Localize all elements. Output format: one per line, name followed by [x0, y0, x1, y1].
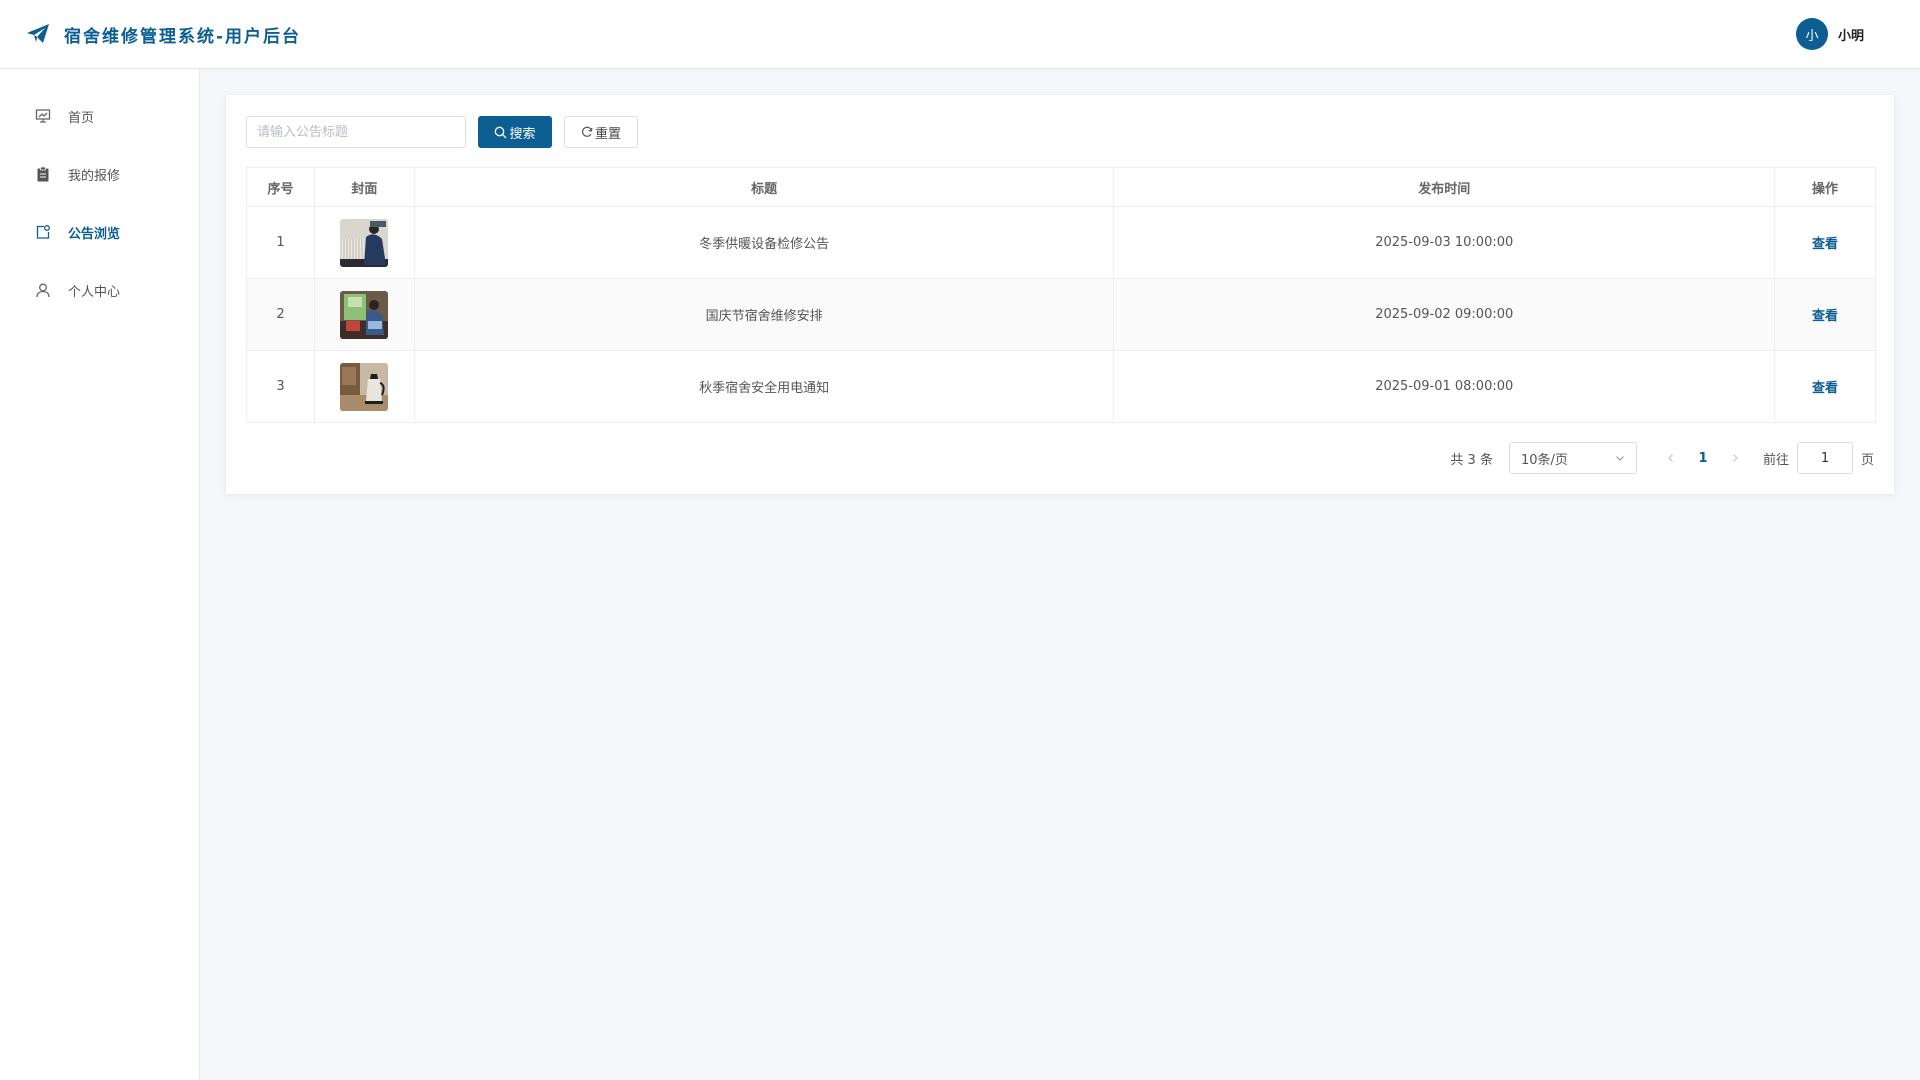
user-icon: [34, 281, 52, 299]
table-row[interactable]: 1 冬季供暖设备检修公告 2025-09-03 10:00:00 查看: [246, 206, 1876, 279]
row-index: 1: [246, 206, 315, 279]
clipboard-icon: [34, 165, 52, 183]
chevron-down-icon: [1616, 456, 1624, 461]
search-input[interactable]: [246, 116, 466, 148]
chevron-left-icon: [1668, 454, 1673, 462]
sidebar-item-home[interactable]: 首页: [0, 87, 199, 145]
row-index: 2: [246, 278, 315, 351]
view-link[interactable]: 查看: [1812, 237, 1838, 252]
chevron-right-icon: [1733, 454, 1738, 462]
publish-time: 2025-09-02 09:00:00: [1113, 278, 1776, 351]
view-link[interactable]: 查看: [1812, 381, 1838, 396]
publish-time: 2025-09-01 08:00:00: [1113, 350, 1776, 423]
publish-time: 2025-09-03 10:00:00: [1113, 206, 1776, 279]
notice-icon: [34, 223, 52, 241]
table-row[interactable]: 2 国庆节宿舍维修安排 2025-09-02 09:00:00 查看: [246, 278, 1876, 351]
sidebar: 首页 我的报修 公告浏览 个人中心: [0, 69, 200, 1080]
cover-thumbnail[interactable]: [340, 218, 389, 267]
refresh-icon: [581, 126, 593, 137]
sidebar-item-label: 个人中心: [68, 284, 121, 300]
search-toolbar: 搜索 重置: [246, 116, 638, 148]
column-header-cover: 封面: [313, 167, 415, 207]
column-header-action: 操作: [1774, 167, 1876, 207]
notice-title: 冬季供暖设备检修公告: [413, 206, 1115, 279]
prev-page-button[interactable]: [1655, 442, 1687, 474]
reset-button[interactable]: 重置: [564, 116, 638, 148]
app-title: 宿舍维修管理系统-用户后台: [64, 26, 302, 47]
view-link[interactable]: 查看: [1812, 309, 1838, 324]
column-header-index: 序号: [246, 167, 315, 207]
row-index: 3: [246, 350, 315, 423]
total-count: 共 3 条: [1450, 452, 1493, 468]
sidebar-item-profile[interactable]: 个人中心: [0, 261, 199, 319]
presentation-icon: [34, 107, 52, 125]
goto-page-input[interactable]: [1796, 442, 1853, 474]
user-name[interactable]: 小明: [1838, 25, 1864, 44]
search-icon: [495, 126, 507, 138]
page-size-value: 10条/页: [1520, 452, 1568, 468]
column-header-title: 标题: [413, 167, 1115, 207]
notice-list-card: 搜索 重置 序号 封面 标题 发布时间 操作 1: [225, 94, 1895, 495]
top-header: 宿舍维修管理系统-用户后台 小 小明: [0, 0, 1920, 69]
search-button[interactable]: 搜索: [478, 116, 552, 148]
sidebar-item-notices[interactable]: 公告浏览: [0, 203, 199, 261]
sidebar-item-label: 公告浏览: [68, 226, 121, 242]
paper-plane-icon: [26, 22, 50, 46]
cover-thumbnail[interactable]: [340, 290, 389, 339]
cover-thumbnail[interactable]: [340, 362, 389, 411]
search-button-label: 搜索: [509, 126, 536, 142]
table-header-row: 序号 封面 标题 发布时间 操作: [246, 167, 1876, 207]
page-number-current[interactable]: 1: [1687, 442, 1719, 474]
pagination: 共 3 条 10条/页 1 前往 页: [1450, 442, 1874, 474]
notice-title: 秋季宿舍安全用电通知: [413, 350, 1115, 423]
table-row[interactable]: 3 秋季宿舍安全用电通知 2025-09-01 08:00:00 查看: [246, 350, 1876, 423]
next-page-button[interactable]: [1719, 442, 1751, 474]
column-header-time: 发布时间: [1113, 167, 1776, 207]
sidebar-item-my-repairs[interactable]: 我的报修: [0, 145, 199, 203]
user-menu[interactable]: 小 小明: [1795, 18, 1864, 50]
goto-label: 前往: [1762, 452, 1789, 468]
page-size-select[interactable]: 10条/页: [1508, 442, 1637, 474]
avatar[interactable]: 小: [1795, 18, 1828, 50]
reset-button-label: 重置: [594, 126, 621, 142]
page-suffix: 页: [1860, 452, 1874, 468]
sidebar-item-label: 首页: [68, 110, 95, 126]
sidebar-item-label: 我的报修: [68, 168, 121, 184]
notice-title: 国庆节宿舍维修安排: [413, 278, 1115, 351]
notice-table: 序号 封面 标题 发布时间 操作 1 冬季供暖设备检修公告 2025-09-03…: [246, 167, 1876, 423]
